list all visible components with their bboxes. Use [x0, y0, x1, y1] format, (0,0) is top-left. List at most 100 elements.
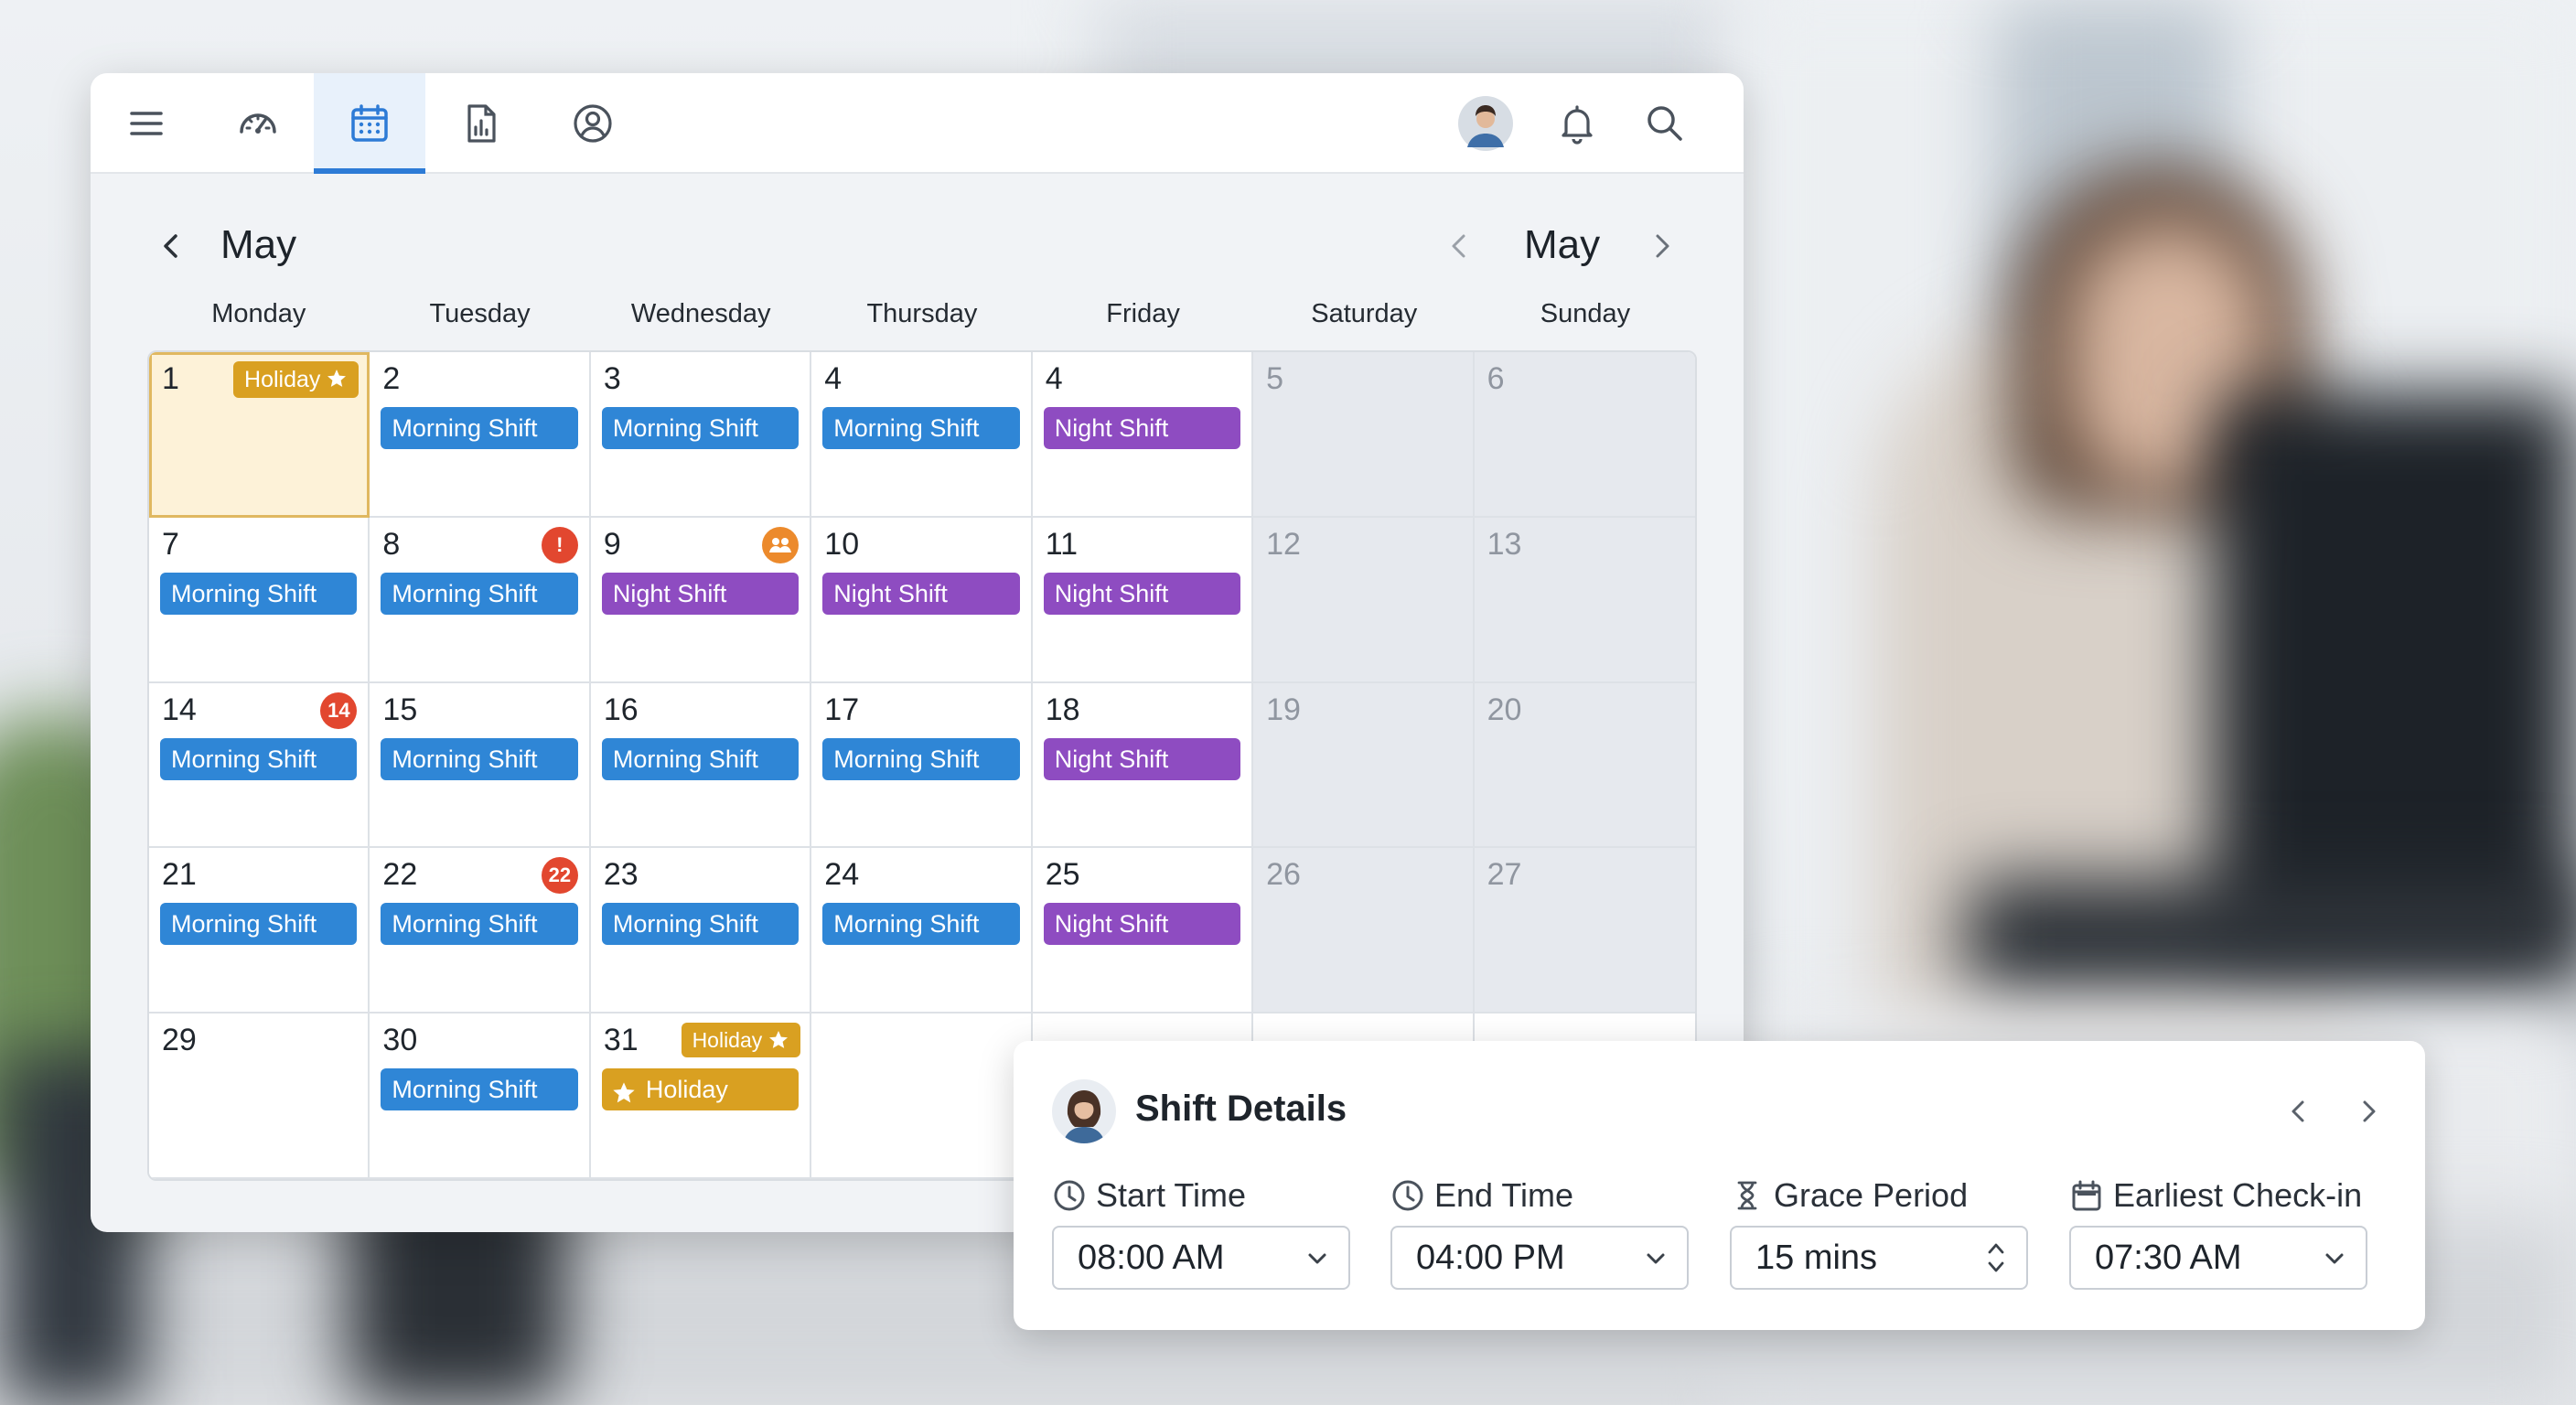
morning-shift-chip[interactable]: Morning Shift — [381, 903, 578, 946]
calendar-tab[interactable] — [314, 73, 425, 174]
calendar-day-cell[interactable]: 23 Morning Shift — [590, 848, 812, 1014]
morning-shift-chip[interactable]: Morning Shift — [601, 407, 800, 449]
holiday-tag[interactable]: Holiday — [681, 1023, 801, 1058]
calendar-day-cell[interactable]: 21 Morning Shift — [149, 848, 370, 1014]
menu-button[interactable] — [91, 73, 202, 174]
calendar-day-cell[interactable]: 14 14 Morning Shift — [149, 682, 370, 849]
morning-shift-chip[interactable]: Morning Shift — [822, 903, 1020, 946]
calendar-day-cell[interactable]: 20 — [1474, 682, 1695, 849]
day-number: 30 — [382, 1023, 418, 1058]
calendar-day-cell[interactable]: 6 — [1474, 352, 1695, 518]
calendar-day-cell[interactable]: 5 — [1253, 352, 1475, 518]
end-time-select[interactable]: 04:00 PM — [1390, 1226, 1689, 1290]
holiday-shift-chip[interactable]: Holiday — [601, 1068, 800, 1111]
start-time-select[interactable]: 08:00 AM — [1052, 1226, 1350, 1290]
morning-shift-chip[interactable]: Morning Shift — [601, 737, 800, 780]
end-time-label: End Time — [1390, 1176, 1573, 1215]
day-number: 17 — [824, 692, 860, 727]
calendar-day-cell[interactable]: 24 Morning Shift — [811, 848, 1033, 1014]
day-number: 27 — [1487, 857, 1522, 893]
avatar — [1458, 96, 1513, 151]
notifications-button[interactable] — [1536, 73, 1618, 174]
calendar-day-cell[interactable]: 16 Morning Shift — [590, 682, 812, 849]
calendar-day-cell[interactable]: 12 — [1253, 517, 1475, 683]
holiday-tag[interactable]: Holiday — [233, 361, 360, 398]
night-shift-chip[interactable]: Night Shift — [1043, 572, 1241, 615]
calendar-day-cell[interactable]: 26 — [1253, 848, 1475, 1014]
day-number: 11 — [1045, 526, 1078, 562]
calendar-day-cell[interactable]: 29 — [149, 1014, 370, 1179]
night-shift-chip[interactable]: Night Shift — [1043, 737, 1241, 780]
day-number: 22 — [382, 857, 418, 893]
end-time-label-text: End Time — [1434, 1176, 1574, 1214]
calendar-day-cell[interactable]: 2 Morning Shift — [370, 352, 591, 518]
calendar-day-cell[interactable]: 7 Morning Shift — [149, 517, 370, 683]
calendar-day-cell[interactable]: 31 Holiday Holiday — [590, 1014, 812, 1179]
prev-month-button-right[interactable] — [1435, 221, 1485, 271]
alert-badge[interactable]: 14 — [320, 692, 358, 729]
search-button[interactable] — [1624, 73, 1706, 174]
calendar-day-cell[interactable]: 27 — [1474, 848, 1695, 1014]
grace-period-stepper[interactable]: 15 mins — [1730, 1226, 2028, 1290]
chevron-right-icon — [2363, 1100, 2376, 1122]
alert-badge[interactable]: ! — [541, 526, 578, 563]
night-shift-chip[interactable]: Night Shift — [1043, 903, 1241, 946]
calendar-day-cell[interactable]: 22 22 Morning Shift — [370, 848, 591, 1014]
alert-badge[interactable]: 22 — [541, 857, 578, 895]
user-avatar-button[interactable] — [1444, 73, 1527, 174]
calendar-day-cell[interactable]: 15 Morning Shift — [370, 682, 591, 849]
day-number: 24 — [824, 857, 860, 893]
prev-month-button[interactable] — [147, 221, 197, 271]
morning-shift-chip[interactable]: Morning Shift — [601, 903, 800, 946]
morning-shift-chip[interactable]: Morning Shift — [381, 1068, 578, 1111]
prev-shift-button[interactable] — [2276, 1089, 2322, 1134]
day-number: 3 — [603, 361, 621, 396]
morning-shift-chip[interactable]: Morning Shift — [822, 407, 1020, 449]
calendar-day-cell[interactable]: 18 Night Shift — [1032, 682, 1254, 849]
next-shift-button[interactable] — [2345, 1089, 2391, 1134]
calendar-day-cell[interactable]: 11 Night Shift — [1032, 517, 1254, 683]
clock-icon — [1392, 1180, 1423, 1211]
calendar-day-cell[interactable]: 19 — [1253, 682, 1475, 849]
night-shift-chip[interactable]: Night Shift — [822, 572, 1020, 615]
earliest-checkin-select[interactable]: 07:30 AM — [2069, 1226, 2367, 1290]
night-shift-chip[interactable]: Night Shift — [1043, 407, 1241, 449]
night-shift-chip[interactable]: Night Shift — [601, 572, 800, 615]
calendar-day-cell[interactable]: 4 Night Shift — [1032, 352, 1254, 518]
morning-shift-chip[interactable]: Morning Shift — [381, 407, 578, 449]
shift-label: Morning Shift — [612, 910, 758, 938]
calendar-day-cell[interactable]: 17 Morning Shift — [811, 682, 1033, 849]
dashboard-tab[interactable] — [202, 73, 314, 174]
morning-shift-chip[interactable]: Morning Shift — [160, 572, 358, 615]
calendar-day-cell[interactable]: 30 Morning Shift — [370, 1014, 591, 1179]
shift-label: Morning Shift — [612, 414, 758, 442]
calendar-day-cell[interactable]: 1 Holiday — [149, 352, 370, 518]
morning-shift-chip[interactable]: Morning Shift — [822, 737, 1020, 780]
shift-details-panel: Shift Details Start Time 08:00 AM End Ti… — [1014, 1041, 2425, 1330]
stepper-arrows-icon[interactable] — [1986, 1239, 2006, 1277]
month-title-right: May — [1524, 222, 1601, 267]
day-number: 25 — [1045, 857, 1080, 893]
reports-tab[interactable] — [425, 73, 537, 174]
morning-shift-chip[interactable]: Morning Shift — [381, 572, 578, 615]
calendar-day-cell[interactable]: 25 Night Shift — [1032, 848, 1254, 1014]
calendar-day-cell[interactable]: 13 — [1474, 517, 1695, 683]
next-month-button[interactable] — [1637, 221, 1686, 271]
shift-label: Night Shift — [612, 579, 727, 607]
calendar-day-cell[interactable]: 9 Night Shift — [590, 517, 812, 683]
morning-shift-chip[interactable]: Morning Shift — [160, 737, 358, 780]
calendar-day-cell[interactable]: 4 Morning Shift — [811, 352, 1033, 518]
morning-shift-chip[interactable]: Morning Shift — [381, 737, 578, 780]
calendar-header: May May — [91, 174, 1744, 293]
clock-icon — [1054, 1180, 1085, 1211]
morning-shift-chip[interactable]: Morning Shift — [160, 903, 358, 946]
calendar-day-cell[interactable]: 10 Night Shift — [811, 517, 1033, 683]
team-icon[interactable] — [762, 526, 800, 563]
weekday-label: Wednesday — [630, 299, 771, 328]
month-title: May — [220, 222, 297, 267]
account-tab[interactable] — [537, 73, 649, 174]
calendar-day-cell[interactable]: 3 Morning Shift — [590, 352, 812, 518]
shift-label: Morning Shift — [171, 910, 317, 938]
holiday-tag-label: Holiday — [692, 1028, 763, 1053]
calendar-day-cell[interactable]: 8! Morning Shift — [370, 517, 591, 683]
